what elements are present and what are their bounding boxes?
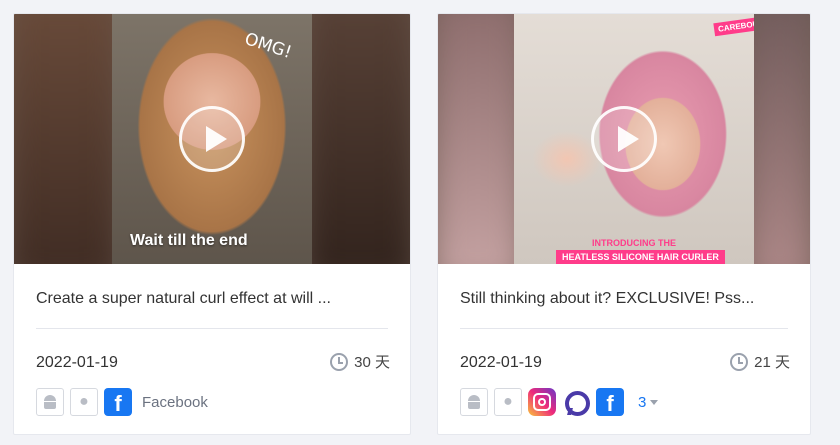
video-thumbnail[interactable]: CAREBOU INTRODUCING THE HEATLESS SILICON… bbox=[438, 14, 810, 264]
apple-icon: ● bbox=[70, 388, 98, 416]
duration-label: 30 天 bbox=[354, 354, 390, 371]
android-icon bbox=[460, 388, 488, 416]
more-platforms-count: 3 bbox=[638, 393, 647, 411]
overlay-banner-top: INTRODUCING THE bbox=[592, 238, 676, 248]
clock-icon bbox=[730, 352, 749, 371]
audience-network-icon bbox=[562, 388, 590, 416]
blur-right bbox=[300, 14, 410, 264]
overlay-omg-text: OMG! bbox=[242, 29, 294, 63]
more-platforms-dropdown[interactable]: 3 bbox=[638, 393, 659, 411]
ad-duration: 30 天 bbox=[330, 351, 390, 372]
platform-label: Facebook bbox=[142, 393, 208, 411]
video-thumbnail[interactable]: OMG! Wait till the end bbox=[14, 14, 410, 264]
play-icon[interactable] bbox=[179, 106, 245, 172]
facebook-icon: f bbox=[104, 388, 132, 416]
ad-card[interactable]: OMG! Wait till the end Create a super na… bbox=[13, 13, 411, 435]
ad-date: 2022-01-19 bbox=[460, 354, 542, 371]
duration-label: 21 天 bbox=[754, 354, 790, 371]
divider bbox=[460, 328, 788, 329]
clock-icon bbox=[330, 352, 349, 371]
overlay-caption: Wait till the end bbox=[130, 232, 248, 249]
blur-left bbox=[14, 14, 124, 264]
blur-left bbox=[438, 14, 526, 264]
ad-card[interactable]: CAREBOU INTRODUCING THE HEATLESS SILICON… bbox=[437, 13, 811, 435]
facebook-icon: f bbox=[596, 388, 624, 416]
platform-list: ● f Facebook bbox=[36, 388, 208, 416]
divider bbox=[36, 328, 388, 329]
overlay-banner-bottom: HEATLESS SILICONE HAIR CURLER bbox=[556, 250, 725, 264]
ad-title[interactable]: Create a super natural curl effect at wi… bbox=[36, 290, 388, 308]
ad-title[interactable]: Still thinking about it? EXCLUSIVE! Pss.… bbox=[460, 290, 788, 308]
ad-duration: 21 天 bbox=[730, 351, 790, 372]
ad-card-grid: OMG! Wait till the end Create a super na… bbox=[0, 0, 840, 445]
ad-date: 2022-01-19 bbox=[36, 354, 118, 371]
apple-icon: ● bbox=[494, 388, 522, 416]
platform-list: ● f 3 bbox=[460, 388, 659, 416]
instagram-icon bbox=[528, 388, 556, 416]
chevron-down-icon bbox=[650, 399, 659, 405]
brand-tag: CAREBOU bbox=[713, 16, 754, 37]
play-icon[interactable] bbox=[591, 106, 657, 172]
android-icon bbox=[36, 388, 64, 416]
